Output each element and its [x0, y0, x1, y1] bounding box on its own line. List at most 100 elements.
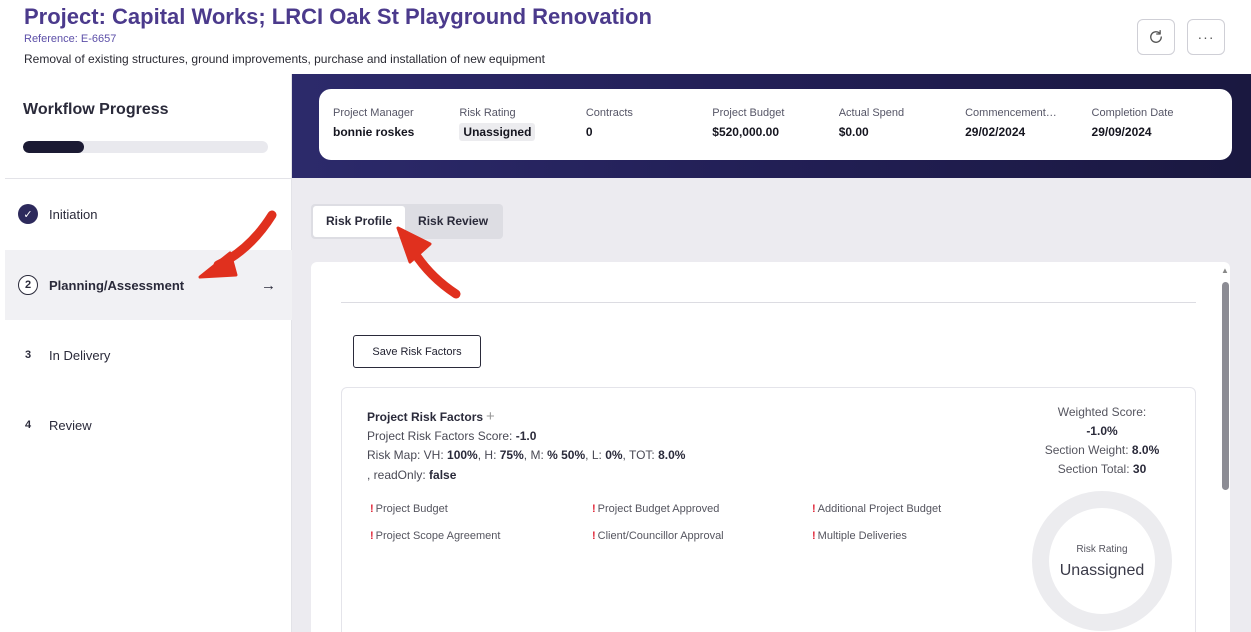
risk-rating-badge: Unassigned	[459, 123, 536, 141]
readonly-label: , readOnly:	[367, 468, 426, 482]
step-number: 4	[24, 419, 32, 431]
save-risk-factors-button[interactable]: Save Risk Factors	[353, 335, 481, 368]
stat-value: 29/02/2024	[965, 125, 1026, 139]
risk-map-h: 75%	[499, 448, 524, 462]
section-total-label: Section Total:	[1057, 462, 1130, 476]
step-label: In Delivery	[49, 347, 111, 363]
project-description: Removal of existing structures, ground i…	[24, 52, 545, 66]
step-in-delivery[interactable]: 3 In Delivery	[5, 320, 292, 390]
factor-label: Additional Project Budget	[817, 503, 942, 515]
risk-map-vh: 100%	[447, 448, 478, 462]
step-label: Planning/Assessment	[49, 277, 185, 293]
page-header: Project: Capital Works; LRCI Oak St Play…	[0, 0, 1251, 74]
stat-value: $0.00	[838, 125, 869, 139]
donut-value: Unassigned	[1059, 562, 1145, 579]
main-content: Risk Profile Risk Review Save Risk Facto…	[292, 178, 1251, 632]
factor-label: Project Scope Agreement	[375, 530, 501, 542]
factor-client-councillor-approval[interactable]: ! Client/Councillor Approval	[592, 530, 724, 542]
warning-icon: !	[592, 530, 596, 542]
section-total: Section Total: 30	[1022, 460, 1182, 479]
risk-map-h-label: , H:	[477, 448, 497, 462]
project-reference: Reference: E-6657	[24, 33, 117, 45]
stat-label: Project Budget	[712, 107, 785, 119]
warning-icon: !	[812, 530, 816, 542]
tab-risk-profile[interactable]: Risk Profile	[313, 206, 406, 237]
risk-factors-title: Project Risk Factors +	[367, 408, 495, 425]
weighted-score-block: Weighted Score: -1.0% Section Weight: 8.…	[1022, 403, 1182, 479]
section-weight-value: 8.0%	[1131, 443, 1160, 457]
page-title: Project: Capital Works; LRCI Oak St Play…	[24, 4, 652, 29]
factor-multiple-deliveries[interactable]: ! Multiple Deliveries	[812, 530, 907, 542]
factor-label: Project Budget	[375, 503, 448, 515]
factor-project-budget-approved[interactable]: ! Project Budget Approved	[592, 503, 719, 515]
risk-map: Risk Map: VH: 100%, H: 75%, M: % 50%, L:…	[367, 448, 685, 462]
arrow-right-icon: →	[261, 276, 276, 294]
risk-map-l-label: , L:	[585, 448, 602, 462]
step-number: 2	[18, 275, 38, 295]
risk-rating-donut: Risk Rating Unassigned	[1032, 491, 1172, 631]
page: Project: Capital Works; LRCI Oak St Play…	[0, 0, 1251, 632]
stat-actual-spend: Actual Spend $0.00	[839, 107, 965, 160]
risk-tabs: Risk Profile Risk Review	[311, 204, 504, 239]
risk-map-m-label: , M:	[523, 448, 544, 462]
divider	[341, 302, 1196, 303]
step-initiation[interactable]: ✓ Initiation	[5, 179, 292, 249]
section-total-value: 30	[1132, 462, 1147, 476]
stat-label: Actual Spend	[838, 107, 905, 119]
risk-map-l: 0%	[605, 448, 623, 462]
more-button[interactable]: ···	[1187, 19, 1225, 55]
risk-map-label: Risk Map: VH:	[367, 448, 444, 462]
stat-contracts: Contracts 0	[586, 107, 712, 160]
factor-label: Client/Councillor Approval	[597, 530, 724, 542]
stat-value: bonnie roskes	[333, 125, 415, 139]
workflow-progress-panel: Workflow Progress	[5, 74, 292, 179]
warning-icon: !	[370, 530, 374, 542]
warning-icon: !	[592, 503, 596, 515]
stat-label: Completion Date	[1091, 107, 1174, 119]
step-label: Review	[49, 417, 92, 433]
score-label: Project Risk Factors Score:	[367, 429, 513, 443]
step-label: Initiation	[49, 206, 98, 222]
stat-value: $520,000.00	[712, 125, 779, 139]
stat-label: Risk Rating	[459, 107, 516, 119]
warning-icon: !	[812, 503, 816, 515]
stat-value: 0	[585, 125, 593, 139]
refresh-icon	[1150, 29, 1162, 43]
risk-map-tot: 8.0%	[658, 448, 686, 462]
section-weight: Section Weight: 8.0%	[1022, 441, 1182, 460]
tab-risk-review[interactable]: Risk Review	[405, 206, 501, 237]
workflow-progress-fill	[23, 141, 85, 153]
factor-project-scope-agreement[interactable]: ! Project Scope Agreement	[370, 530, 500, 542]
stat-label: Commencement…	[965, 107, 1057, 119]
step-planning-assessment[interactable]: 2 Planning/Assessment →	[5, 250, 292, 320]
stat-label: Project Manager	[333, 107, 414, 119]
check-circle-icon: ✓	[18, 204, 38, 224]
stat-label: Contracts	[585, 107, 633, 119]
score-value: -1.0	[515, 429, 537, 443]
workflow-sidebar: Workflow Progress ✓ Initiation 2 Plannin…	[0, 74, 292, 632]
more-horizontal-icon: ···	[1197, 29, 1215, 45]
scroll-up-icon[interactable]: ▲	[1221, 266, 1229, 275]
add-icon[interactable]: +	[486, 408, 495, 425]
section-weight-label: Section Weight:	[1044, 443, 1129, 457]
risk-profile-panel: Save Risk Factors Project Risk Factors + …	[311, 262, 1230, 632]
warning-icon: !	[370, 503, 374, 515]
factor-label: Project Budget Approved	[597, 503, 720, 515]
readonly-value: false	[429, 468, 457, 482]
risk-factors-title-text: Project Risk Factors	[367, 410, 484, 424]
stat-completion-date: Completion Date 29/09/2024	[1092, 107, 1218, 160]
risk-map-m: % 50%	[547, 448, 586, 462]
factor-project-budget[interactable]: ! Project Budget	[370, 503, 448, 515]
factor-label: Multiple Deliveries	[817, 530, 907, 542]
project-stats-card: Project Manager bonnie roskes Risk Ratin…	[319, 89, 1232, 160]
risk-map-tot-label: , TOT:	[622, 448, 655, 462]
workflow-progress-bar	[23, 141, 268, 153]
step-review[interactable]: 4 Review	[5, 390, 292, 460]
donut-label: Risk Rating	[1076, 544, 1128, 555]
refresh-button[interactable]	[1137, 19, 1175, 55]
content-scrollbar[interactable]: ▲	[1219, 262, 1233, 632]
workflow-progress-title: Workflow Progress	[23, 101, 169, 118]
stat-project-manager: Project Manager bonnie roskes	[333, 107, 459, 160]
scrollbar-thumb[interactable]	[1222, 282, 1229, 490]
factor-additional-project-budget[interactable]: ! Additional Project Budget	[812, 503, 941, 515]
